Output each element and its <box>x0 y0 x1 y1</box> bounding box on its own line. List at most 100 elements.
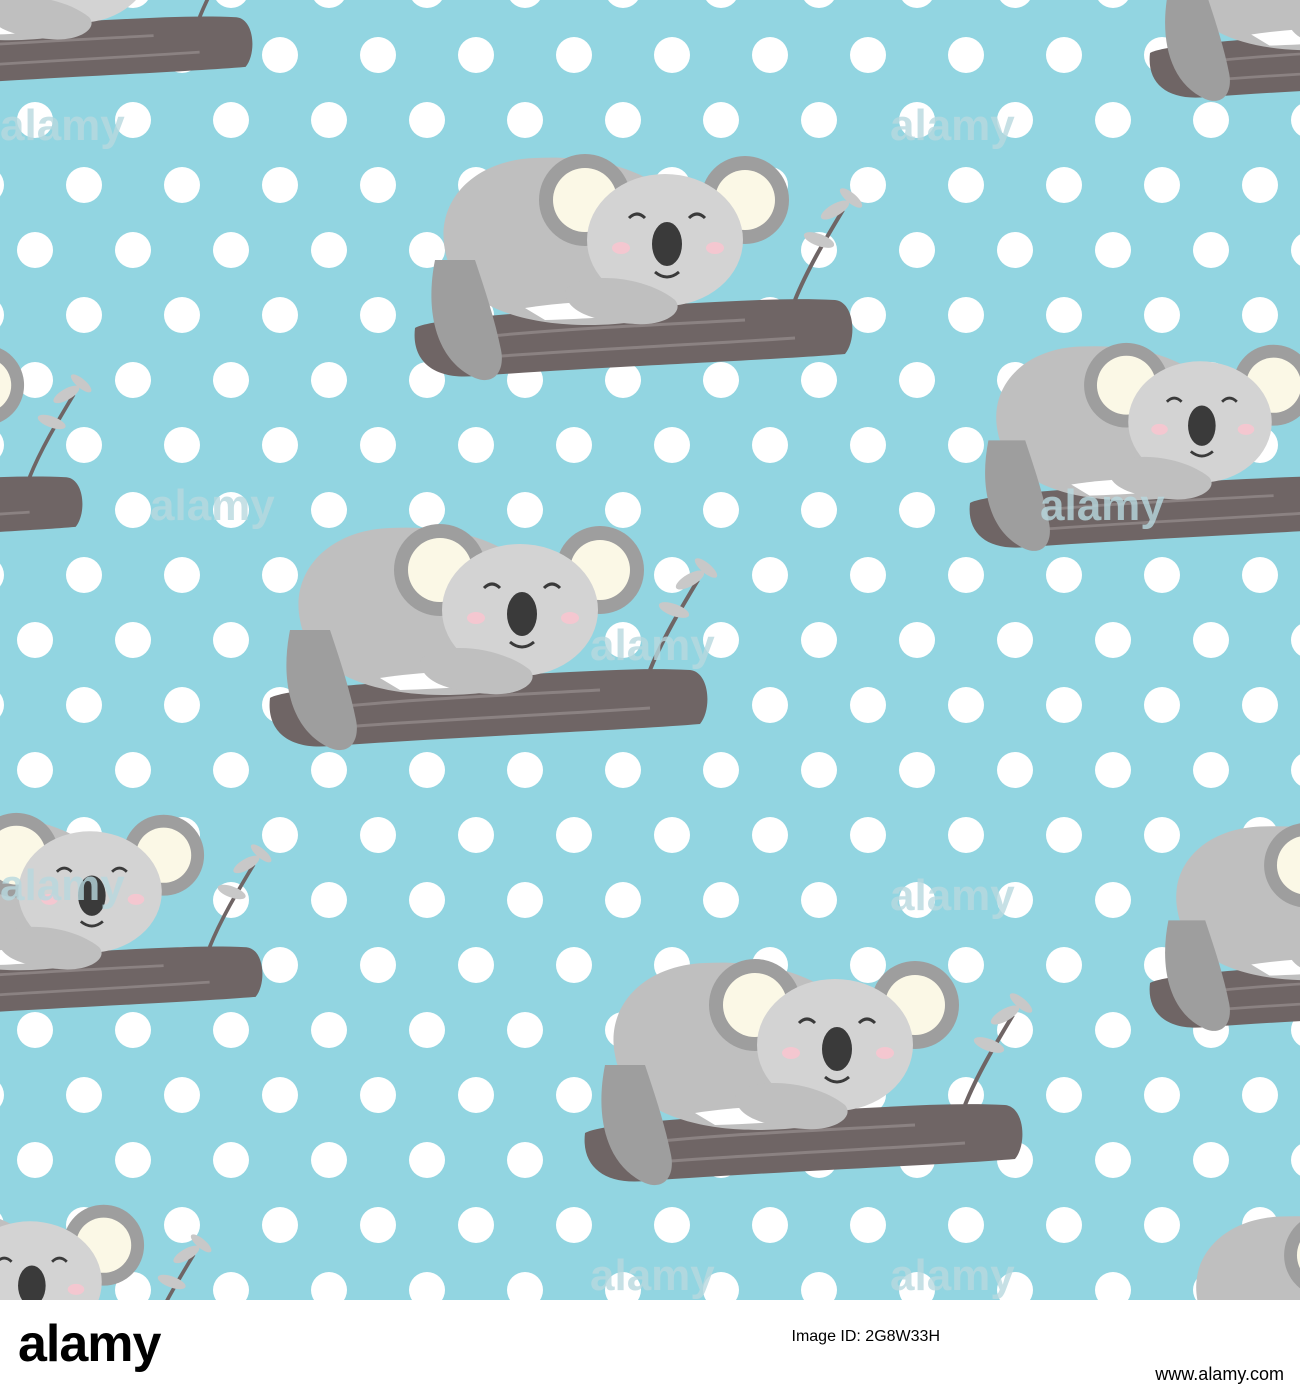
watermark: alamy <box>590 1251 715 1300</box>
watermark: alamy <box>1040 481 1165 530</box>
polka-dot <box>1193 102 1229 138</box>
polka-dot <box>948 557 984 593</box>
polka-dot <box>605 102 641 138</box>
polka-dot <box>752 427 788 463</box>
polka-dot <box>1046 817 1082 853</box>
polka-dot <box>654 427 690 463</box>
polka-dot <box>213 752 249 788</box>
polka-dot <box>1095 622 1131 658</box>
polka-dot <box>1193 752 1229 788</box>
polka-dot <box>703 362 739 398</box>
polka-dot <box>262 557 298 593</box>
polka-dot <box>948 167 984 203</box>
polka-dot <box>458 427 494 463</box>
polka-dot <box>213 232 249 268</box>
polka-dot <box>409 882 445 918</box>
polka-dot <box>850 1207 886 1243</box>
polka-dot <box>458 1077 494 1113</box>
polka-dot <box>262 167 298 203</box>
polka-dot <box>899 622 935 658</box>
watermark: alamy <box>150 481 275 530</box>
polka-dot <box>850 297 886 333</box>
polka-dot <box>703 882 739 918</box>
polka-dot <box>1193 232 1229 268</box>
watermark: alamy <box>590 621 715 670</box>
polka-dot <box>360 1207 396 1243</box>
polka-dot <box>752 37 788 73</box>
polka-dot <box>262 947 298 983</box>
polka-dot <box>311 882 347 918</box>
polka-dot <box>115 492 151 528</box>
polka-dot <box>1095 882 1131 918</box>
polka-dot <box>507 1012 543 1048</box>
polka-dot <box>262 427 298 463</box>
polka-dot <box>997 752 1033 788</box>
polka-dot <box>1046 297 1082 333</box>
polka-dot <box>360 297 396 333</box>
polka-dot <box>1193 622 1229 658</box>
polka-dot <box>409 752 445 788</box>
polka-dot <box>262 297 298 333</box>
polka-dot <box>556 947 592 983</box>
polka-dot <box>997 622 1033 658</box>
polka-dot <box>311 232 347 268</box>
polka-dot <box>850 37 886 73</box>
polka-dot <box>801 492 837 528</box>
polka-dot <box>556 817 592 853</box>
polka-dot <box>1144 167 1180 203</box>
koala-pattern: .k-branch{fill:#6f6565}.k-branch-line{st… <box>0 0 1300 1300</box>
polka-dot <box>115 362 151 398</box>
koala-pattern-image: .k-branch{fill:#6f6565}.k-branch-line{st… <box>0 0 1300 1300</box>
polka-dot <box>213 362 249 398</box>
polka-dot <box>948 37 984 73</box>
polka-dot <box>1242 297 1278 333</box>
polka-dot <box>948 817 984 853</box>
polka-dot <box>115 752 151 788</box>
polka-dot <box>17 752 53 788</box>
polka-dot <box>1144 687 1180 723</box>
polka-dot <box>360 817 396 853</box>
polka-dot <box>360 167 396 203</box>
polka-dot <box>1095 102 1131 138</box>
polka-dot <box>66 427 102 463</box>
polka-dot <box>899 752 935 788</box>
polka-dot <box>115 232 151 268</box>
polka-dot <box>1095 1142 1131 1178</box>
polka-dot <box>360 427 396 463</box>
footer-bar: alamy Image ID: 2G8W33H www.alamy.com <box>0 1300 1300 1390</box>
polka-dot <box>262 37 298 73</box>
polka-dot <box>458 817 494 853</box>
polka-dot <box>1144 1207 1180 1243</box>
polka-dot <box>507 752 543 788</box>
polka-dot <box>1144 817 1180 853</box>
polka-dot <box>360 37 396 73</box>
polka-dot <box>507 1142 543 1178</box>
polka-dot <box>948 947 984 983</box>
polka-dot <box>262 1207 298 1243</box>
polka-dot <box>409 1142 445 1178</box>
polka-dot <box>1144 1077 1180 1113</box>
footer-site: www.alamy.com <box>1155 1364 1284 1384</box>
watermark: alamy <box>890 1251 1015 1300</box>
koala-top-right-partial <box>1147 0 1300 103</box>
polka-dot <box>1046 557 1082 593</box>
polka-dot <box>311 1012 347 1048</box>
polka-dot <box>213 1142 249 1178</box>
polka-dot <box>409 102 445 138</box>
polka-dot <box>703 752 739 788</box>
polka-dot <box>948 1207 984 1243</box>
polka-dot <box>1193 1142 1229 1178</box>
polka-dot <box>899 362 935 398</box>
polka-dot <box>17 1012 53 1048</box>
polka-dot <box>1046 1207 1082 1243</box>
polka-dot <box>752 817 788 853</box>
polka-dot <box>850 817 886 853</box>
polka-dot <box>1095 752 1131 788</box>
polka-dot <box>17 622 53 658</box>
polka-dot <box>311 1142 347 1178</box>
polka-dot <box>66 1077 102 1113</box>
polka-dot <box>507 492 543 528</box>
polka-dot <box>556 1077 592 1113</box>
polka-dot <box>899 492 935 528</box>
polka-dot <box>409 1012 445 1048</box>
